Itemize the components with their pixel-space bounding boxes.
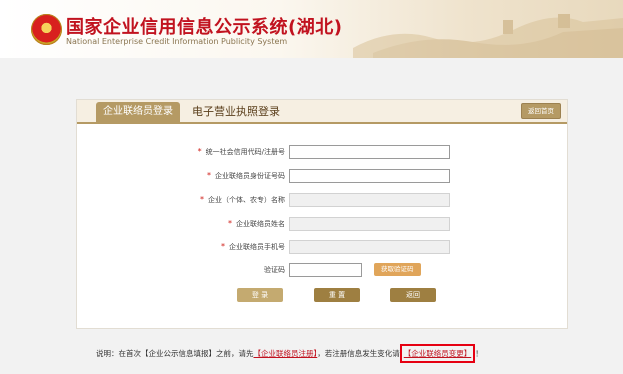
captcha-label: 验证码 — [264, 266, 285, 274]
credit-code-input[interactable] — [289, 145, 450, 159]
login-panel: 企业联络员登录 电子营业执照登录 返回首页 * 统一社会信用代码/注册号 * 企业联… — [76, 99, 568, 329]
return-home-button[interactable]: 返回首页 — [521, 103, 561, 119]
form-row-captcha: 验证码 获取验证码 — [77, 263, 567, 279]
required-mark: * — [207, 171, 211, 180]
credit-code-label-text: 统一社会信用代码/注册号 — [205, 148, 285, 156]
note-prefix: 说明：在首次【企业公示信息填报】之前，请先 — [96, 349, 254, 358]
form-row-liaison-name: * 企业联络员姓名 — [77, 217, 567, 233]
liaison-name-label: * 企业联络员姓名 — [228, 219, 285, 229]
tab-e-license-login[interactable]: 电子营业执照登录 — [185, 102, 287, 122]
form-row-liaison-phone: * 企业联络员手机号 — [77, 240, 567, 256]
required-mark: * — [228, 219, 232, 228]
national-emblem-icon — [31, 14, 62, 45]
id-number-label-text: 企业联络员身份证号码 — [215, 172, 285, 180]
liaison-change-link[interactable]: 【企业联络员变更】 — [404, 349, 472, 358]
highlight-box: 【企业联络员变更】 — [399, 344, 476, 363]
site-subtitle: National Enterprise Credit Information P… — [66, 37, 288, 46]
login-button[interactable]: 登 录 — [237, 288, 283, 302]
liaison-phone-input — [289, 240, 450, 254]
get-captcha-button[interactable]: 获取验证码 — [374, 263, 421, 276]
liaison-phone-label-text: 企业联络员手机号 — [229, 243, 285, 251]
liaison-register-link[interactable]: 【企业联络员注册】 — [254, 349, 318, 358]
note-middle: ，若注册信息发生变化请 — [317, 349, 400, 358]
required-mark: * — [221, 242, 225, 251]
id-number-label: * 企业联络员身份证号码 — [207, 171, 285, 181]
great-wall-illustration — [353, 14, 623, 58]
instruction-note: 说明：在首次【企业公示信息填报】之前，请先【企业联络员注册】，若注册信息发生变化… — [96, 344, 483, 363]
login-tab-bar: 企业联络员登录 电子营业执照登录 返回首页 — [77, 100, 567, 124]
form-row-company-name: * 企业（个体、农专）名称 — [77, 193, 567, 209]
id-number-input[interactable] — [289, 169, 450, 183]
tab-liaison-login[interactable]: 企业联络员登录 — [96, 102, 180, 122]
company-name-input — [289, 193, 450, 207]
credit-code-label: * 统一社会信用代码/注册号 — [198, 147, 285, 157]
back-button[interactable]: 返回 — [390, 288, 436, 302]
form-row-id-number: * 企业联络员身份证号码 — [77, 169, 567, 185]
site-header: 国家企业信用信息公示系统(湖北) National Enterprise Cre… — [0, 0, 623, 58]
reset-button[interactable]: 重 置 — [314, 288, 360, 302]
form-row-credit-code: * 统一社会信用代码/注册号 — [77, 145, 567, 161]
required-mark: * — [200, 195, 204, 204]
liaison-phone-label: * 企业联络员手机号 — [221, 242, 285, 252]
site-title: 国家企业信用信息公示系统(湖北) — [66, 17, 343, 38]
liaison-name-label-text: 企业联络员姓名 — [236, 220, 285, 228]
company-name-label-text: 企业（个体、农专）名称 — [208, 196, 285, 204]
captcha-input[interactable] — [289, 263, 362, 277]
required-mark: * — [197, 147, 202, 156]
liaison-name-input — [289, 217, 450, 231]
company-name-label: * 企业（个体、农专）名称 — [200, 195, 285, 205]
note-suffix: ！ — [475, 349, 483, 358]
